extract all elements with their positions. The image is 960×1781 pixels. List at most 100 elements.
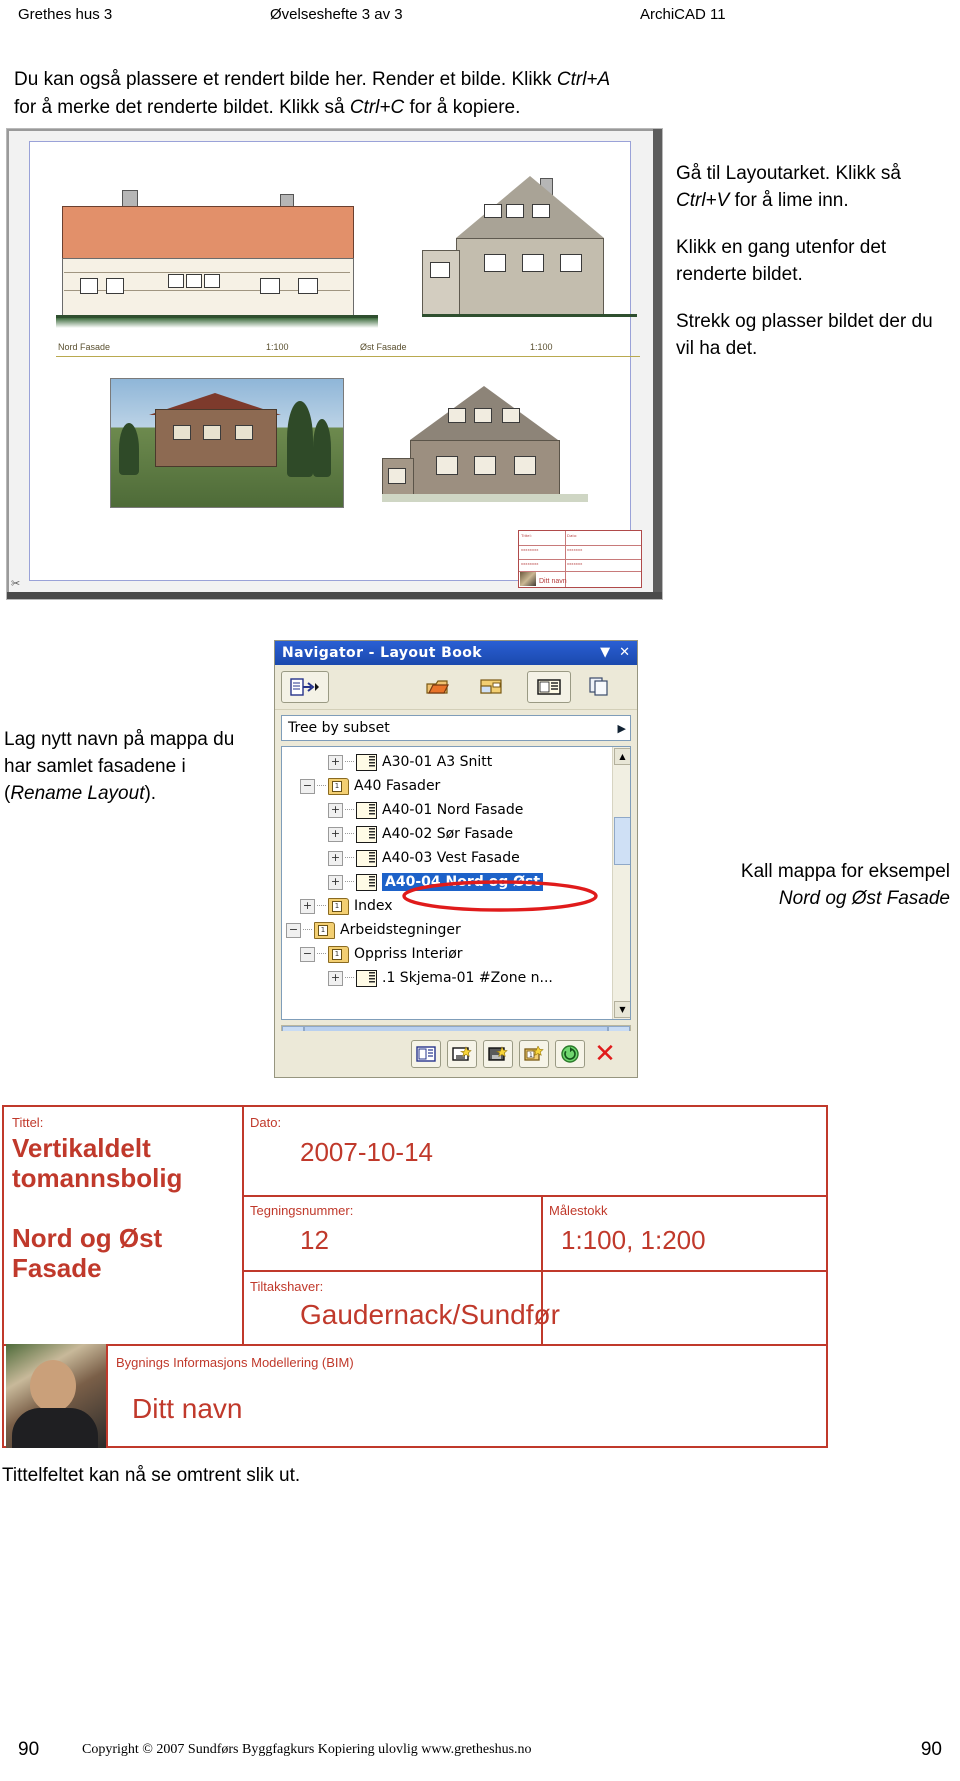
tree-row[interactable]: − Arbeidstegninger — [286, 918, 630, 942]
annex-shape — [422, 250, 460, 316]
rendered-image-left — [110, 378, 344, 508]
navigator-titlebar: Navigator - Layout Book ▼ ✕ — [275, 641, 637, 665]
expand-icon[interactable]: + — [328, 874, 343, 890]
expand-icon[interactable]: + — [328, 754, 343, 770]
instruction-stretch-place: Strekk og plasser bildet der du vil ha d… — [676, 311, 933, 359]
tree-row[interactable]: + A40-02 Sør Fasade — [286, 822, 630, 846]
tree-row-label: Arbeidstegninger — [340, 922, 461, 938]
folder-icon — [328, 897, 349, 915]
svg-text:1: 1 — [529, 1052, 533, 1059]
copy-icon[interactable] — [583, 671, 615, 701]
update-icon[interactable] — [555, 1040, 585, 1068]
layout-sheet-screenshot: Nord Fasade 1:100 Øst Fasade 1:100 Titte… — [6, 128, 663, 600]
tree-row[interactable]: + .1 Skjema-01 #Zone n... — [286, 966, 630, 990]
navigator-toolbar — [275, 665, 637, 710]
instructions-right-column: Gå til Layoutarket. Klikk så Ctrl+V for … — [676, 160, 944, 382]
folder-note-b: Nord og Øst Fasade — [778, 888, 950, 909]
copyright-text: Copyright © 2007 Sundførs Byggfagkurs Ko… — [82, 1742, 532, 1757]
chevron-right-icon[interactable]: ▶ — [618, 722, 626, 735]
annotation-ellipse — [402, 880, 598, 912]
instruction-rename-layout: Lag nytt navn på mappa du har samlet fas… — [4, 726, 254, 807]
label-bim: Bygnings Informasjons Modellering (BIM) — [116, 1355, 354, 1370]
tree-vertical-scrollbar[interactable]: ▲ ▼ — [612, 747, 630, 1019]
tree-connector — [317, 785, 326, 787]
label-malestokk: Målestokk — [549, 1203, 608, 1218]
collapse-icon[interactable]: − — [300, 946, 315, 962]
titleblock-tiltakshaver: Gaudernack/Sundfør — [300, 1299, 560, 1330]
expand-icon[interactable]: + — [328, 802, 343, 818]
delete-icon[interactable]: ✕ — [591, 1041, 619, 1067]
navigator-bottom-toolbar: 1 ✕ — [275, 1031, 637, 1077]
new-subset-icon[interactable]: 1 — [519, 1040, 549, 1068]
layout-book-icon[interactable] — [475, 671, 507, 701]
layout-tree[interactable]: + A30-01 A3 Snitt − A40 Fasader + A40-01 Nord… — [281, 746, 631, 1020]
titleblock: Tittel: Vertikaldelt tomannsbolig Nord o… — [2, 1105, 828, 1448]
label-dato: Dato: — [250, 1115, 282, 1130]
collapse-icon[interactable]: − — [300, 778, 315, 794]
tree-connector — [345, 833, 354, 835]
runhead-left: Grethes hus 3 — [18, 6, 113, 23]
layout-sheet-icon — [356, 753, 377, 771]
tree-row-label: A40-03 Vest Fasade — [382, 850, 520, 866]
tree-connector — [345, 761, 354, 763]
tree-row-label: Index — [354, 898, 393, 914]
terrain-fill — [56, 318, 378, 328]
tree-row[interactable]: + A30-01 A3 Snitt — [286, 750, 630, 774]
titleblock-title-line1: Vertikaldelt — [12, 1133, 151, 1163]
new-master-layout-icon[interactable] — [411, 1040, 441, 1068]
gable-shape — [456, 176, 604, 238]
instruction-click-outside: Klikk en gang utenfor det renderte bilde… — [676, 237, 887, 285]
new-layout-dark-icon[interactable] — [483, 1040, 513, 1068]
instruction-paste: Gå til Layoutarket. Klikk så Ctrl+V for … — [676, 160, 944, 214]
navigator-title: Navigator - Layout Book — [282, 645, 482, 661]
tree-connector — [317, 905, 326, 907]
folder-icon — [314, 921, 335, 939]
collapse-icon[interactable]: − — [286, 922, 301, 938]
folder-note-a: Kall mappa for eksempel — [740, 861, 950, 882]
tree-row[interactable]: − Oppriss Interiør — [286, 942, 630, 966]
author-photo — [6, 1344, 108, 1448]
layout-view-icon[interactable] — [527, 671, 571, 703]
open-project-icon[interactable] — [421, 671, 453, 701]
east-facade-caption: Øst Fasade — [360, 342, 407, 352]
page-number-left: 90 — [18, 1739, 40, 1760]
layout-paper: Nord Fasade 1:100 Øst Fasade 1:100 Titte… — [29, 141, 642, 588]
minimize-icon[interactable]: ▼ — [600, 641, 610, 665]
titleblock-title-line2: tomannsbolig — [12, 1163, 183, 1193]
expand-icon[interactable]: + — [328, 826, 343, 842]
north-facade-drawing — [56, 186, 378, 346]
north-facade-caption: Nord Fasade — [58, 342, 111, 352]
page-number-right: 90 — [920, 1739, 942, 1760]
tree-connector — [317, 953, 326, 955]
publish-icon[interactable] — [281, 671, 329, 703]
tree-row-label: A40-02 Sør Fasade — [382, 826, 514, 842]
expand-icon[interactable]: + — [300, 898, 315, 914]
close-icon[interactable]: ✕ — [619, 641, 630, 665]
new-layout-icon[interactable] — [447, 1040, 477, 1068]
shortcut-ctrl-v: Ctrl+V — [676, 190, 730, 211]
layout-sheet-icon — [356, 969, 377, 987]
intro-line2-text: for å merke det renderte bildet. Klikk s… — [14, 97, 350, 118]
runhead-middle: Øvelseshefte 3 av 3 — [270, 6, 403, 23]
titleblock-name: Ditt navn — [132, 1393, 243, 1424]
intro-shortcut-ctrl-a: Ctrl+A — [556, 69, 611, 90]
expand-icon[interactable]: + — [328, 970, 343, 986]
author-photo — [520, 572, 536, 586]
scroll-up-icon[interactable]: ▲ — [614, 748, 630, 765]
tree-row[interactable]: + A40-01 Nord Fasade — [286, 798, 630, 822]
window-bottom-edge — [7, 592, 662, 599]
navigator-palette[interactable]: Navigator - Layout Book ▼ ✕ Tree by subs… — [274, 640, 638, 1078]
rename-note-command: Rename Layout — [10, 783, 145, 804]
roof-shape — [62, 206, 354, 260]
tree-row[interactable]: + A40-03 Vest Fasade — [286, 846, 630, 870]
scroll-down-icon[interactable]: ▼ — [614, 1001, 630, 1018]
caption-divider — [56, 356, 640, 357]
tree-row[interactable]: − A40 Fasader — [286, 774, 630, 798]
scroll-thumb[interactable] — [614, 817, 630, 865]
runhead-right: ArchiCAD 11 — [640, 6, 726, 23]
east-facade-scale: 1:100 — [530, 342, 553, 352]
expand-icon[interactable]: + — [328, 850, 343, 866]
tree-mode-dropdown[interactable]: Tree by subset ▶ — [281, 715, 631, 741]
rendered-image-right — [382, 374, 588, 510]
tree-row-label: Oppriss Interiør — [354, 946, 463, 962]
